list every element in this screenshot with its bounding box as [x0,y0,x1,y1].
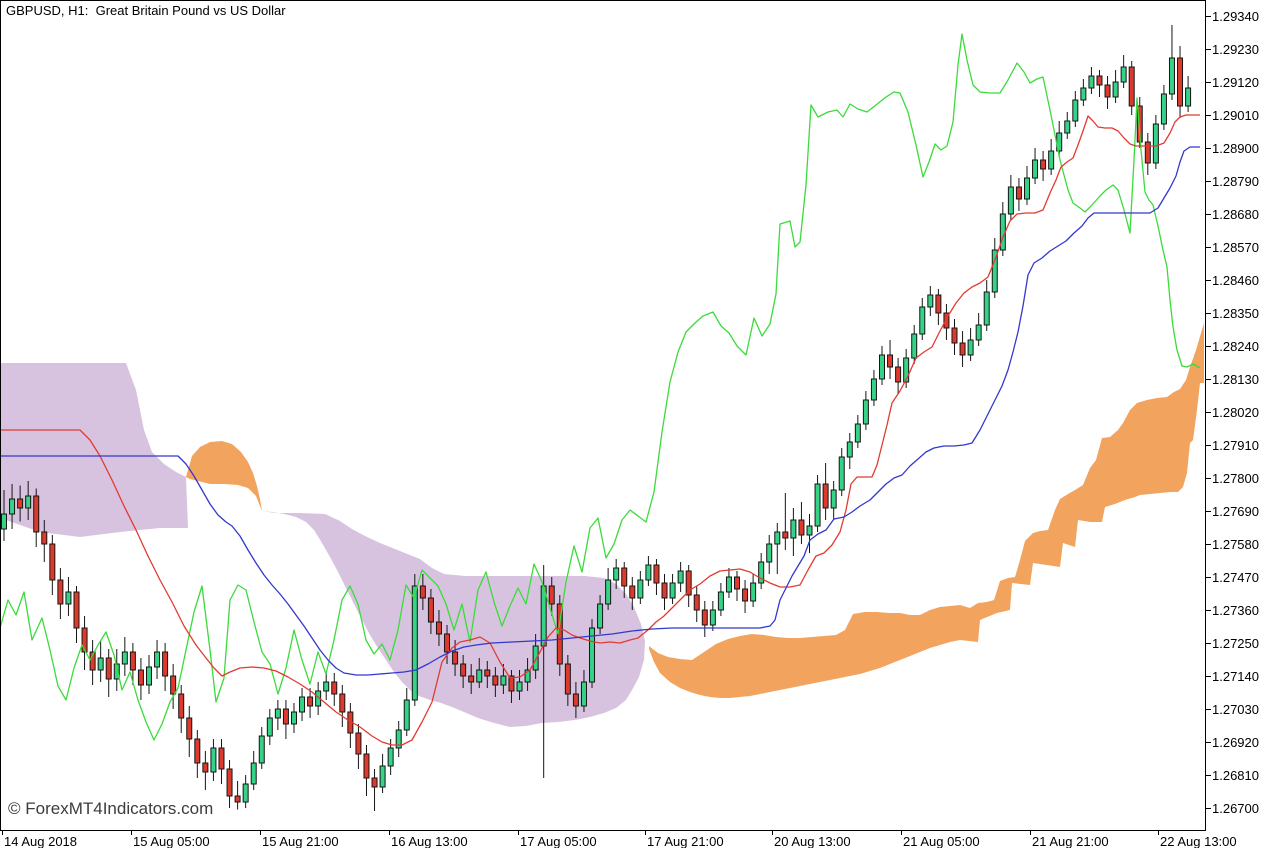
svg-text:15 Aug 21:00: 15 Aug 21:00 [262,834,339,848]
svg-text:17 Aug 05:00: 17 Aug 05:00 [520,834,597,848]
svg-text:1.27690: 1.27690 [1212,504,1259,519]
svg-text:22 Aug 13:00: 22 Aug 13:00 [1160,834,1237,848]
svg-text:1.27910: 1.27910 [1212,438,1259,453]
chart-title: GBPUSD, H1: Great Britain Pound vs US Do… [6,3,286,18]
svg-text:1.27470: 1.27470 [1212,570,1259,585]
svg-text:1.28020: 1.28020 [1212,405,1259,420]
svg-text:1.29340: 1.29340 [1212,9,1259,24]
svg-text:15 Aug 05:00: 15 Aug 05:00 [133,834,210,848]
svg-text:1.27360: 1.27360 [1212,603,1259,618]
svg-text:1.28790: 1.28790 [1212,174,1259,189]
svg-text:1.28460: 1.28460 [1212,273,1259,288]
price-chart-canvas[interactable]: 1.29340 1.29230 1.29120 1.29010 1.28900 1.287… [0,0,1276,848]
ichimoku-cloud-layer [0,323,1204,727]
svg-text:1.27030: 1.27030 [1212,702,1259,717]
kumo-bullish-main [649,323,1204,698]
svg-text:16 Aug 13:00: 16 Aug 13:00 [391,834,468,848]
price-axis[interactable]: 1.29340 1.29230 1.29120 1.29010 1.28900 1.287… [1205,9,1259,816]
kumo-bullish-hump [186,441,262,511]
svg-text:1.26810: 1.26810 [1212,768,1259,783]
svg-text:1.26920: 1.26920 [1212,735,1259,750]
svg-text:1.28680: 1.28680 [1212,207,1259,222]
svg-text:21 Aug 21:00: 21 Aug 21:00 [1032,834,1109,848]
svg-text:21 Aug 05:00: 21 Aug 05:00 [903,834,980,848]
svg-text:20 Aug 13:00: 20 Aug 13:00 [774,834,851,848]
svg-text:1.28570: 1.28570 [1212,240,1259,255]
svg-text:1.27140: 1.27140 [1212,669,1259,684]
svg-text:1.27800: 1.27800 [1212,471,1259,486]
svg-text:1.27580: 1.27580 [1212,537,1259,552]
svg-text:1.28130: 1.28130 [1212,372,1259,387]
svg-text:14 Aug 2018: 14 Aug 2018 [4,834,77,848]
svg-text:1.27250: 1.27250 [1212,636,1259,651]
svg-text:1.29010: 1.29010 [1212,108,1259,123]
time-axis[interactable]: 14 Aug 2018 15 Aug 05:00 15 Aug 21:00 16 Au… [3,830,1237,848]
svg-text:1.28350: 1.28350 [1212,306,1259,321]
svg-text:1.29120: 1.29120 [1212,75,1259,90]
svg-text:1.28240: 1.28240 [1212,339,1259,354]
svg-text:1.26700: 1.26700 [1212,801,1259,816]
mt4-chart-window: 1.29340 1.29230 1.29120 1.29010 1.28900 1.287… [0,0,1276,848]
watermark: © ForexMT4Indicators.com [8,799,213,819]
svg-text:1.29230: 1.29230 [1212,42,1259,57]
svg-text:1.28900: 1.28900 [1212,141,1259,156]
svg-text:17 Aug 21:00: 17 Aug 21:00 [647,834,724,848]
